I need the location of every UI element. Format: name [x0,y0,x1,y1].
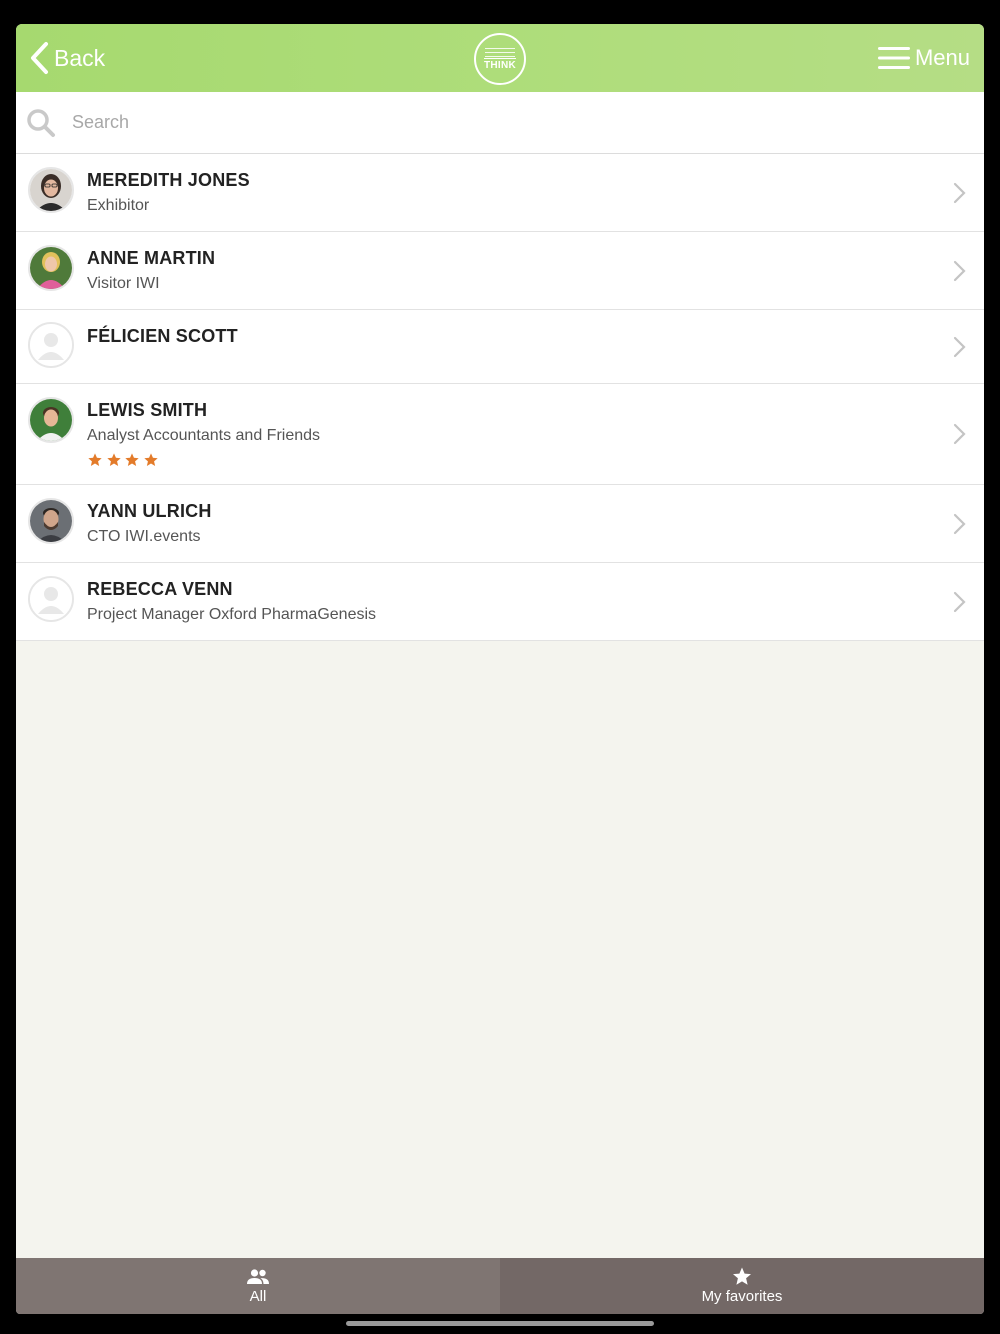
person-name: REBECCA VENN [87,579,233,599]
app-screen: Back THINK Menu Search MEREDITH JONES Ex… [16,24,984,1314]
back-label: Back [54,44,106,71]
list-item[interactable]: LEWIS SMITH Analyst Accountants and Frie… [16,384,984,485]
star-icon [143,453,158,466]
search-bar [16,92,984,154]
person-subtitle: Visitor IWI [87,275,160,292]
people-icon [247,1269,269,1284]
user-placeholder-icon [30,324,72,366]
list-item[interactable]: FÉLICIEN SCOTT [16,310,984,384]
person-name: YANN ULRICH [87,501,212,521]
avatar [28,397,74,443]
rating-stars [87,452,161,468]
person-photo-icon [30,500,72,542]
star-icon [125,453,139,466]
person-subtitle: Analyst Accountants and Friends [87,427,321,444]
person-photo-icon [30,169,72,211]
person-photo-icon [30,399,72,441]
people-list: MEREDITH JONES Exhibitor ANNE MARTIN Vis… [16,154,984,641]
person-photo-icon [30,247,72,289]
person-subtitle: Project Manager Oxford PharmaGenesis [87,606,377,623]
star-icon [88,453,102,466]
person-name: LEWIS SMITH [87,400,208,420]
person-name: FÉLICIEN SCOTT [87,326,238,346]
avatar [28,245,74,291]
logo-lines [485,48,515,60]
hamburger-icon [877,47,910,69]
avatar [28,322,74,368]
avatar [28,498,74,544]
chevron-right-icon [953,182,966,204]
chevron-right-icon [953,513,966,535]
chevron-right-icon [953,260,966,282]
person-subtitle: CTO IWI.events [87,528,201,545]
chevron-right-icon [953,591,966,613]
star-icon [733,1267,751,1285]
chevron-right-icon [953,423,966,445]
home-indicator[interactable] [346,1321,654,1326]
star-icon [106,453,121,466]
top-bar: Back THINK Menu [16,24,984,92]
chevron-right-icon [953,336,966,358]
app-logo: THINK [474,33,526,85]
search-icon [27,109,55,137]
list-item[interactable]: REBECCA VENN Project Manager Oxford Phar… [16,563,984,641]
user-placeholder-icon [30,578,72,620]
menu-label: Menu [914,45,970,70]
tab-label: My favorites [701,1288,783,1305]
back-button[interactable]: Back [28,38,105,78]
person-name: ANNE MARTIN [87,248,216,268]
tab-all[interactable]: All [16,1258,500,1314]
list-item[interactable]: ANNE MARTIN Visitor IWI [16,232,984,310]
avatar [28,167,74,213]
person-subtitle: Exhibitor [87,197,150,214]
list-item[interactable]: YANN ULRICH CTO IWI.events [16,485,984,563]
tab-label: All [249,1288,267,1305]
list-item[interactable]: MEREDITH JONES Exhibitor [16,154,984,232]
tab-my-favorites[interactable]: My favorites [500,1258,984,1314]
chevron-left-icon [31,42,48,74]
bottom-tab-bar: All My favorites [16,1258,984,1314]
search-input[interactable] [72,104,952,140]
menu-button[interactable]: Menu [877,40,970,76]
person-name: MEREDITH JONES [87,170,250,190]
avatar [28,576,74,622]
